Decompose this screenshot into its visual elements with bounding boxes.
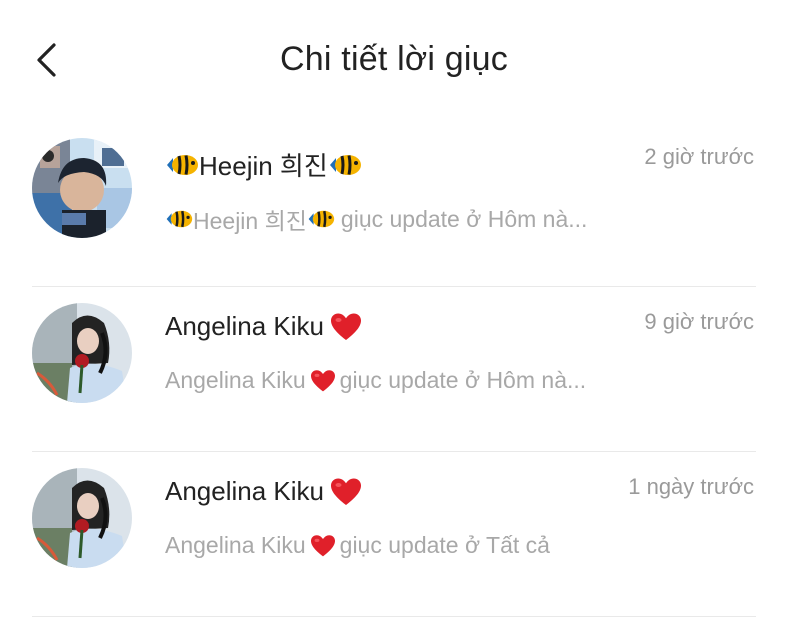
message-sender: Angelina Kiku [165, 367, 306, 393]
item-message: Angelina Kiku giục update ở Tất cả [165, 532, 550, 559]
page-title: Chi tiết lời giục [280, 40, 508, 78]
message-sender: Heejin 희진 [193, 208, 307, 234]
list-item[interactable]: Heejin 희진 2 giờ trước Heejin 희진 giục upd… [0, 122, 788, 287]
item-name-text: Angelina Kiku [165, 311, 324, 341]
red-heart-icon [310, 369, 336, 393]
item-name-text: Angelina Kiku [165, 476, 324, 506]
item-message: Heejin 희진 giục update ở Hôm nà... [165, 202, 587, 236]
avatar[interactable] [32, 468, 132, 568]
avatar[interactable] [32, 303, 132, 403]
header: Chi tiết lời giục [0, 0, 788, 120]
item-time: 2 giờ trước [644, 144, 754, 169]
message-sender: Angelina Kiku [165, 532, 306, 558]
red-heart-icon [330, 477, 362, 507]
tropical-fish-icon [165, 208, 193, 230]
message-text: giục update ở Hôm nà... [340, 205, 588, 232]
item-name: Angelina Kiku [165, 476, 362, 507]
tropical-fish-icon [328, 152, 362, 178]
item-message: Angelina Kiku giục update ở Hôm nà... [165, 367, 586, 394]
list-item[interactable]: Angelina Kiku 9 giờ trước Angelina Kiku … [0, 287, 788, 452]
red-heart-icon [310, 534, 336, 558]
nudge-list: Heejin 희진 2 giờ trước Heejin 희진 giục upd… [0, 122, 788, 617]
item-time: 9 giờ trước [644, 309, 754, 334]
item-name-text: Heejin 희진 [199, 151, 328, 181]
red-heart-icon [330, 312, 362, 342]
item-name: Angelina Kiku [165, 311, 362, 342]
item-time: 1 ngày trước [628, 474, 754, 499]
message-text: giục update ở Hôm nà... [339, 367, 587, 393]
avatar[interactable] [32, 138, 132, 238]
message-text: giục update ở Tất cả [339, 532, 550, 558]
list-item[interactable]: Angelina Kiku 1 ngày trước Angelina Kiku… [0, 452, 788, 617]
tropical-fish-icon [165, 152, 199, 178]
tropical-fish-icon [307, 208, 335, 230]
item-name: Heejin 희진 [165, 146, 362, 183]
